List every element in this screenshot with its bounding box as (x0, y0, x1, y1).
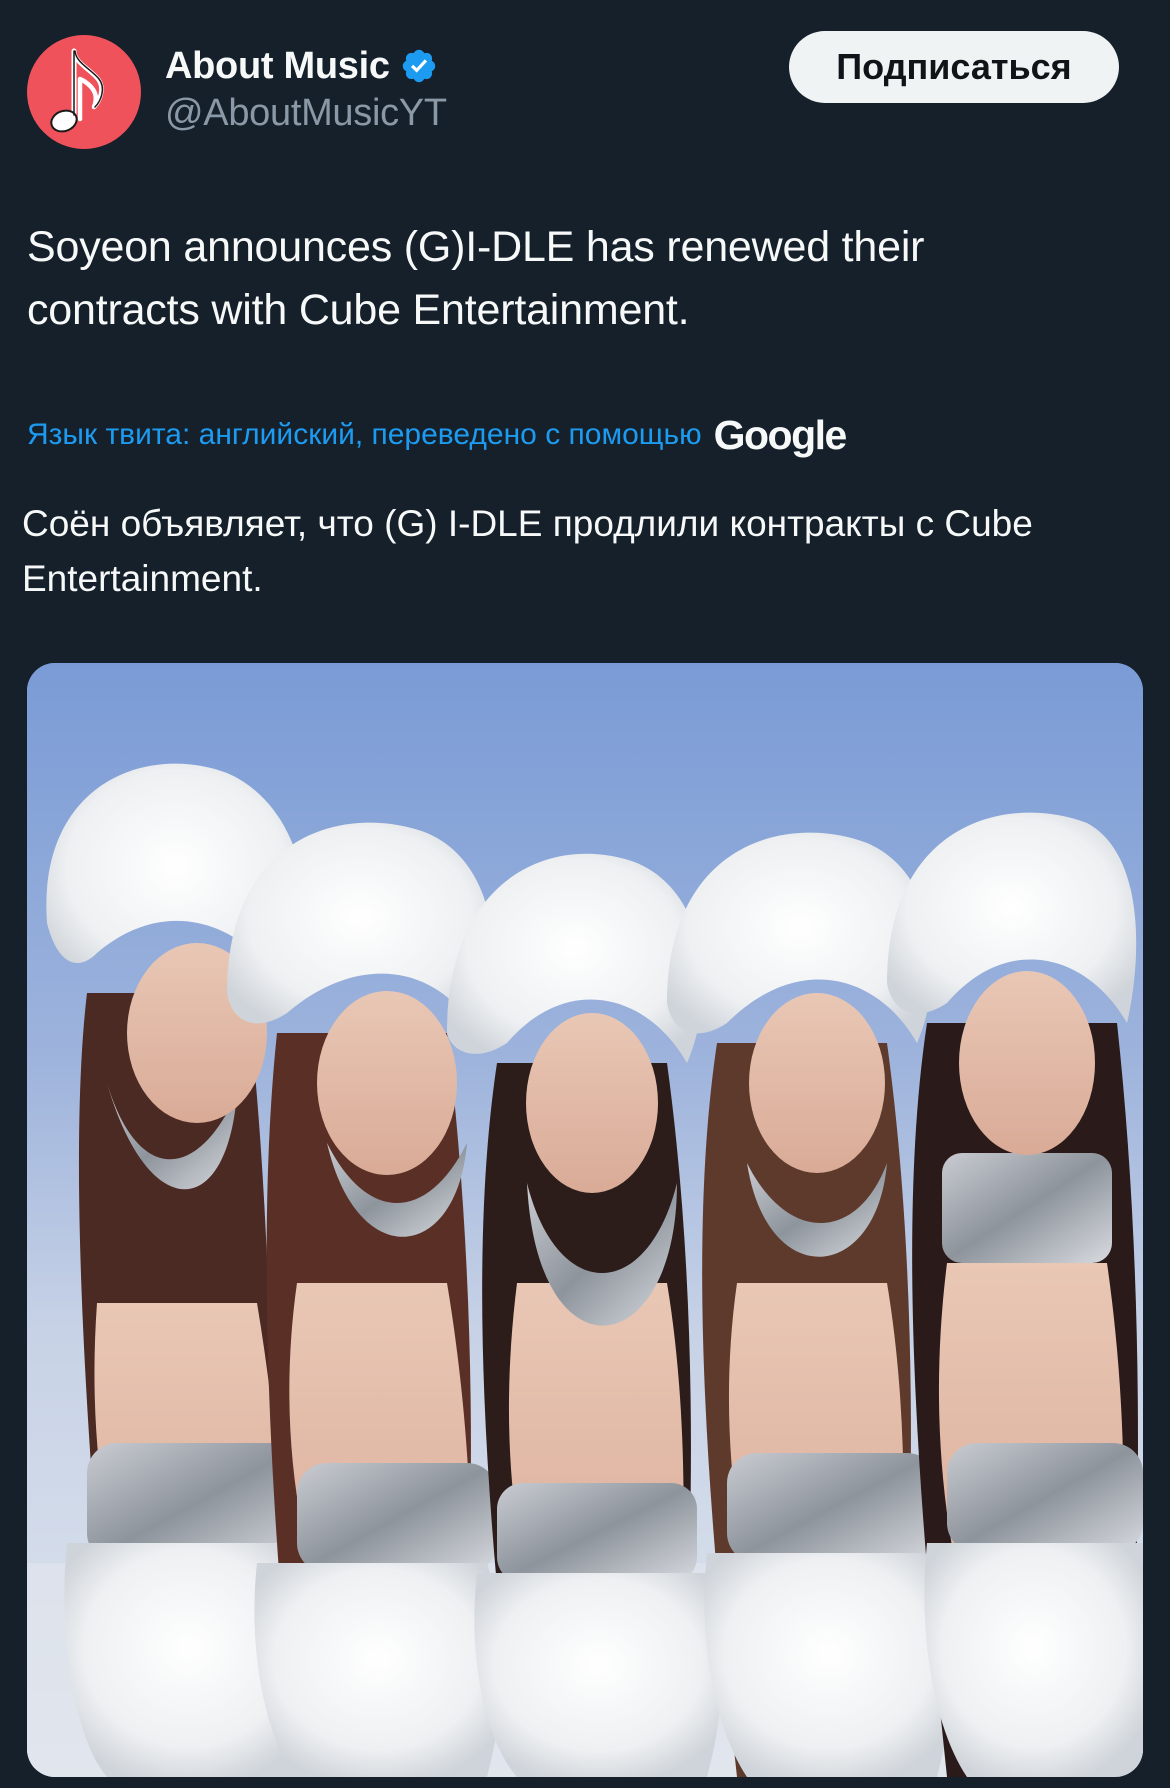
group-photo (27, 663, 1143, 1777)
google-logo: Google (713, 411, 848, 458)
follow-button[interactable]: Подписаться (789, 31, 1119, 103)
author-name[interactable]: About Music (165, 45, 390, 88)
translation-note-link[interactable]: Язык твита: английский, переведено с пом… (27, 418, 702, 452)
author-handle[interactable]: @AboutMusicYT (165, 92, 447, 135)
avatar[interactable] (27, 35, 141, 149)
translated-text: Соён объявляет, что (G) I-DLE продлили к… (22, 503, 1033, 599)
tweet-media-image[interactable] (27, 663, 1143, 1777)
music-note-icon (50, 48, 104, 133)
verified-badge-icon (402, 49, 435, 83)
translation-attribution[interactable]: Язык твита: английский, переведено с пом… (27, 410, 848, 460)
author-name-row[interactable]: About Music (165, 44, 438, 88)
tweet-text: Soyeon announces (G)I-DLE has renewed th… (27, 223, 925, 334)
